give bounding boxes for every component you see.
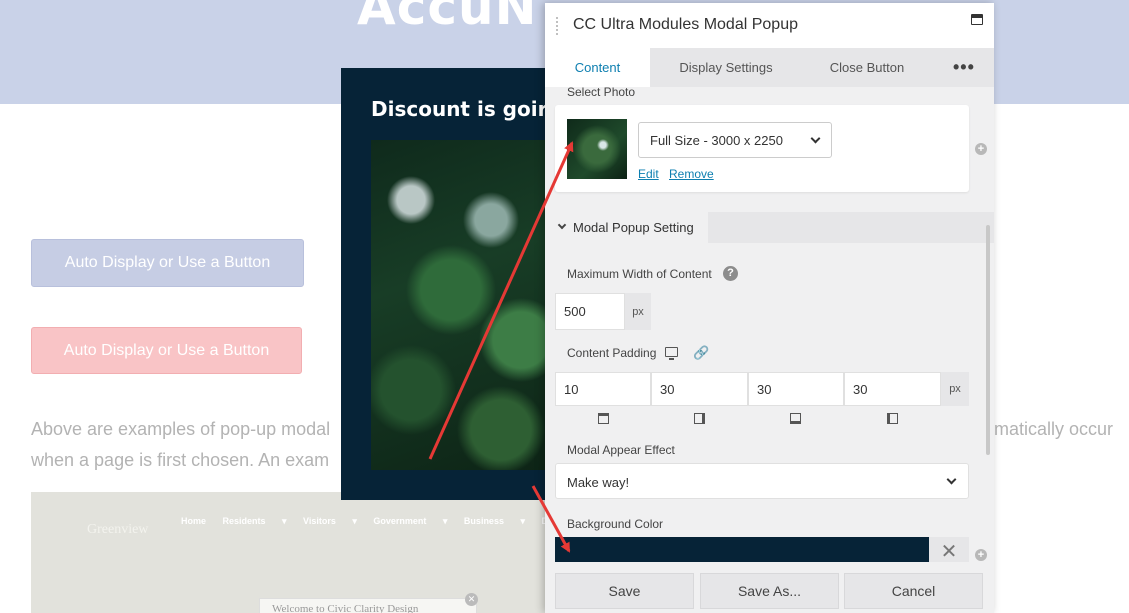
close-icon: ✕ <box>465 593 478 606</box>
select-photo-label: Select Photo <box>567 85 636 99</box>
site-logo: Greenview <box>87 522 149 537</box>
hero-title: AccuN <box>357 0 538 36</box>
drag-handle-icon[interactable] <box>555 16 559 36</box>
modal-forest-photo <box>371 140 551 470</box>
auto-display-button-red[interactable]: Auto Display or Use a Button <box>31 327 302 374</box>
section-toggle[interactable]: Modal Popup Setting <box>545 212 994 243</box>
padding-right-input[interactable]: 30 <box>651 372 748 406</box>
padding-unit: px <box>941 372 969 406</box>
scrollbar[interactable] <box>986 225 990 455</box>
section-title: Modal Popup Setting <box>573 220 694 235</box>
paragraph-line-1-end: matically occur <box>994 419 1114 439</box>
tab-bar: Content Display Settings Close Button ••… <box>545 48 994 87</box>
photo-size-select[interactable]: Full Size - 3000 x 2250 <box>638 122 832 158</box>
padding-bottom-input[interactable]: 30 <box>748 372 844 406</box>
more-tabs-icon[interactable]: ••• <box>953 57 975 78</box>
max-width-input[interactable]: 500 <box>555 293 625 330</box>
auto-display-button-blue[interactable]: Auto Display or Use a Button <box>31 239 304 287</box>
panel-title: CC Ultra Modules Modal Popup <box>573 16 798 33</box>
effect-value: Make way! <box>567 475 630 490</box>
chevron-down-icon <box>810 133 821 144</box>
bg-color-label: Background Color <box>567 517 664 531</box>
padding-top-icon <box>598 413 609 424</box>
padding-bottom-icon <box>790 413 801 424</box>
modal-popup-preview: Discount is goir <box>341 68 551 500</box>
chevron-down-icon <box>946 474 957 485</box>
tab-display-settings[interactable]: Display Settings <box>662 48 790 87</box>
maximize-icon[interactable] <box>971 14 983 25</box>
link-icon[interactable]: 🔗 <box>693 345 709 361</box>
padding-top-input[interactable]: 10 <box>555 372 651 406</box>
help-icon[interactable]: ? <box>723 266 738 281</box>
tab-close-button[interactable]: Close Button <box>815 48 919 87</box>
website-screenshot-image: Greenview Home Residents ▾ Visitors ▾ Go… <box>31 492 551 613</box>
padding-left-input[interactable]: 30 <box>844 372 941 406</box>
panel-header[interactable]: CC Ultra Modules Modal Popup <box>545 3 994 48</box>
save-as-button[interactable]: Save As... <box>700 573 839 609</box>
padding-label: Content Padding <box>567 346 657 360</box>
site-nav: Home Residents ▾ Visitors ▾ Government ▾… <box>181 516 551 526</box>
photo-size-value: Full Size - 3000 x 2250 <box>650 133 783 148</box>
effect-select[interactable]: Make way! <box>555 463 969 499</box>
tab-content[interactable]: Content <box>545 48 650 87</box>
padding-left-icon <box>887 413 898 424</box>
modal-heading: Discount is goir <box>371 97 548 121</box>
photo-card: Full Size - 3000 x 2250 Edit Remove <box>555 105 969 192</box>
effect-label: Modal Appear Effect <box>567 443 675 457</box>
edit-link[interactable]: Edit <box>638 167 659 181</box>
plus-icon[interactable]: + <box>975 143 987 155</box>
settings-panel: CC Ultra Modules Modal Popup Content Dis… <box>545 3 994 613</box>
save-button[interactable]: Save <box>555 573 694 609</box>
site-welcome-popup: Welcome to Civic Clarity Design <box>259 598 477 613</box>
paragraph-line-1: Above are examples of pop-up modal <box>31 419 331 439</box>
paragraph-line-2: when a page is first chosen. An exam <box>31 450 330 470</box>
desktop-icon[interactable] <box>665 347 678 360</box>
plus-icon[interactable]: + <box>975 549 987 561</box>
photo-thumbnail[interactable] <box>567 119 627 179</box>
max-width-label: Maximum Width of Content <box>567 267 712 281</box>
max-width-unit: px <box>625 293 651 330</box>
cancel-button[interactable]: Cancel <box>844 573 983 609</box>
panel-footer: Save Save As... Cancel <box>545 562 994 613</box>
remove-link[interactable]: Remove <box>669 167 714 181</box>
padding-right-icon <box>694 413 705 424</box>
